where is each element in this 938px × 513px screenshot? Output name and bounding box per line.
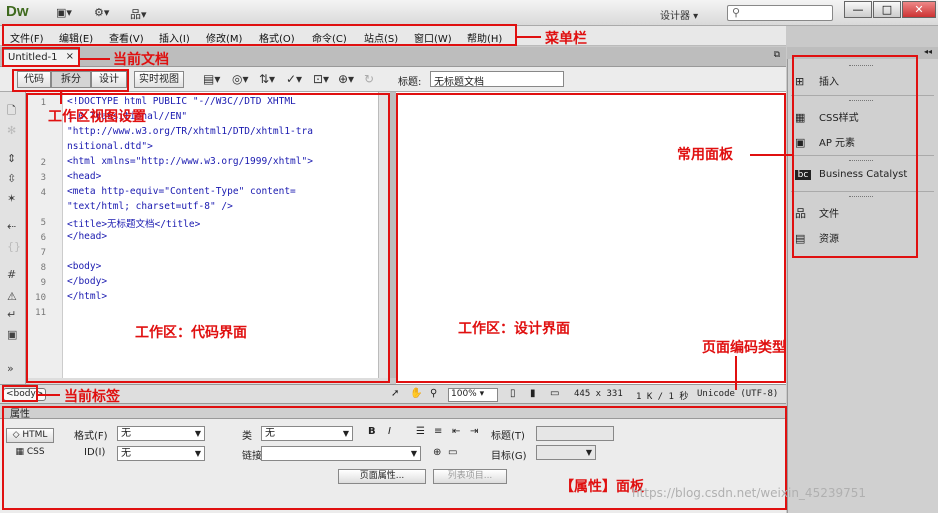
title-label: 标题: <box>398 77 422 88</box>
dreamweaver-logo: Dw <box>6 3 29 20</box>
current-tag-highlight <box>2 385 38 402</box>
gear-icon[interactable]: ⚙▾ <box>94 6 109 20</box>
collapse-tag-icon[interactable]: ⇕ <box>7 152 16 165</box>
close-button[interactable]: ✕ <box>902 1 936 18</box>
panels-highlight <box>792 55 918 258</box>
tablet-size-icon[interactable]: ▮ <box>530 388 536 399</box>
title-bar: Dw ▣▾ ⚙▾ 品▾ 设计器 ▾ ⚲ — □ ✕ <box>0 0 938 26</box>
view-settings-highlight <box>12 69 129 92</box>
word-wrap-icon[interactable]: ↵ <box>7 308 16 321</box>
annotation-line <box>38 394 60 396</box>
annotation-menubar: 菜单栏 <box>545 31 587 47</box>
watermark: https://blog.csdn.net/weixin_45239751 <box>632 486 867 500</box>
search-icon: ⚲ <box>732 6 741 19</box>
workspace-switcher[interactable]: 设计器 ▾ <box>660 7 698 22</box>
annotation-current-tag: 当前标签 <box>64 389 120 405</box>
coding-toolbar: 🗋 ✻ ⇕ ⇳ ✶ ⇠ {} # ⚠ ↵ ▣ » <box>0 92 26 384</box>
show-code-navigator-icon[interactable]: ✻ <box>7 124 16 137</box>
annotation-line <box>517 36 541 38</box>
select-parent-tag-icon[interactable]: ⇠ <box>7 220 16 233</box>
zoom-tool-icon[interactable]: ⚲ <box>430 388 437 399</box>
annotation-encoding: 页面编码类型 <box>702 340 786 356</box>
minimize-button[interactable]: — <box>844 1 872 18</box>
annotation-line <box>750 154 792 156</box>
zoom-select[interactable]: 100% ▾ <box>448 388 498 402</box>
mobile-size-icon[interactable]: ▯ <box>510 388 516 399</box>
collapse-panels-icon[interactable]: ◂◂ <box>924 47 932 56</box>
maximize-button[interactable]: □ <box>873 1 901 18</box>
highlight-invalid-icon[interactable]: ⚠ <box>7 290 17 303</box>
page-encoding: Unicode (UTF-8) <box>697 389 779 399</box>
refresh-icon[interactable]: ↻ <box>364 72 374 86</box>
multiscreen-icon[interactable]: ▤▾ <box>203 72 220 86</box>
download-size: 1 K / 1 秒 <box>636 392 689 402</box>
check-browser-icon[interactable]: ⊕▾ <box>338 72 354 86</box>
restore-icon[interactable]: ⧉ <box>774 50 780 60</box>
layout-icon[interactable]: ▣▾ <box>56 6 72 20</box>
visual-aids-icon[interactable]: ⊡▾ <box>313 72 329 86</box>
search-input[interactable]: ⚲ <box>727 5 833 21</box>
syntax-error-icon[interactable]: ▣ <box>7 328 17 341</box>
w3c-validation-icon[interactable]: ✓▾ <box>286 72 302 86</box>
title-input[interactable]: 无标题文档 <box>430 71 564 88</box>
window-size[interactable]: 445 x 331 <box>574 389 623 399</box>
more-tools-icon[interactable]: » <box>7 362 14 375</box>
current-doc-highlight <box>2 47 80 67</box>
expand-all-icon[interactable]: ✶ <box>7 192 16 205</box>
annotation-line <box>80 58 110 60</box>
file-management-icon[interactable]: ⇅▾ <box>259 72 275 86</box>
line-numbers-icon[interactable]: # <box>7 268 16 281</box>
annotation-line <box>735 356 737 390</box>
balance-braces-icon[interactable]: {} <box>7 240 21 253</box>
menubar-highlight <box>2 24 517 46</box>
desktop-size-icon[interactable]: ▭ <box>550 388 559 399</box>
annotation-current-doc: 当前文档 <box>113 52 169 68</box>
open-documents-icon[interactable]: 🗋 <box>7 102 16 121</box>
annotation-common-panels: 常用面板 <box>677 147 733 163</box>
select-tool-icon[interactable]: ➚ <box>391 388 399 399</box>
annotation-code-area: 工作区：代码界面 <box>135 325 247 341</box>
annotation-design-area: 工作区：设计界面 <box>458 321 570 337</box>
live-view-button[interactable]: 实时视图 <box>134 71 184 88</box>
hand-tool-icon[interactable]: ✋ <box>410 388 422 399</box>
collapse-selection-icon[interactable]: ⇳ <box>7 172 16 185</box>
browser-preview-icon[interactable]: ◎▾ <box>232 72 249 86</box>
site-icon[interactable]: 品▾ <box>130 6 147 21</box>
